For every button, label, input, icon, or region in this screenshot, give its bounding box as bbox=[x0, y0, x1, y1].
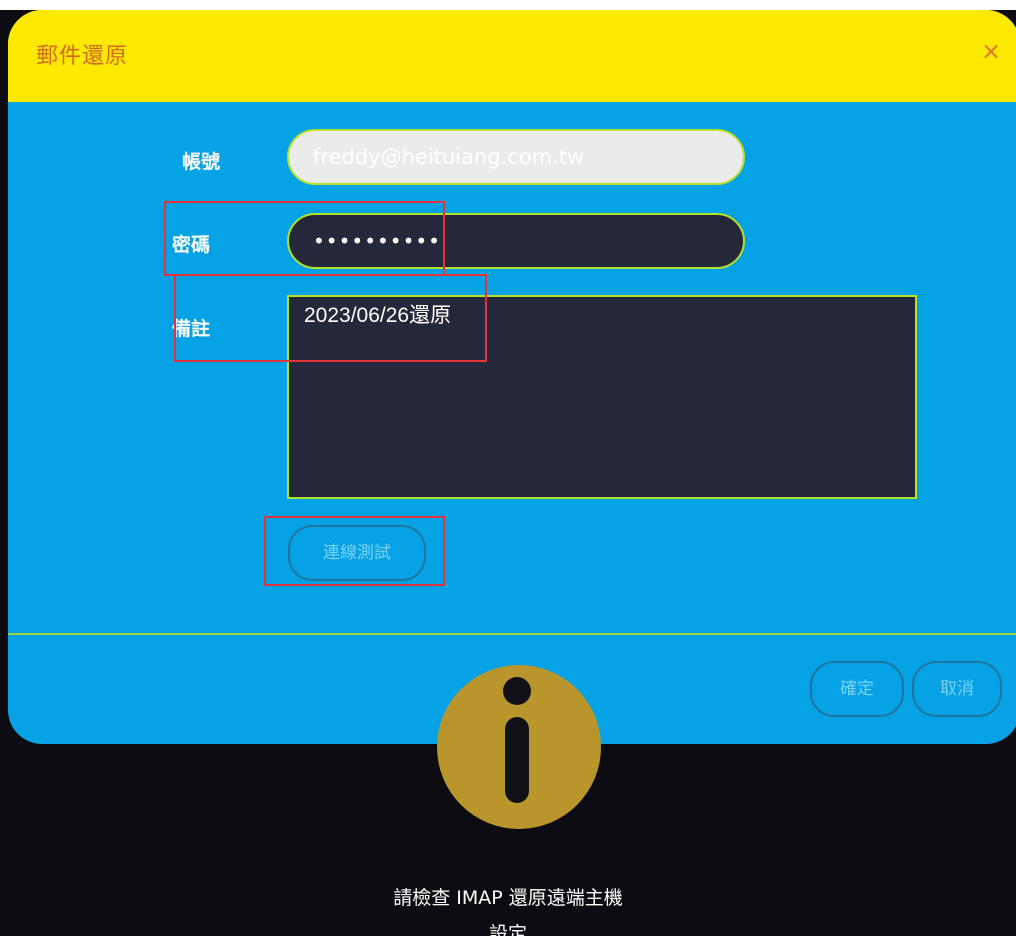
dialog-header: 郵件還原 × bbox=[8, 10, 1016, 102]
note-textarea[interactable]: 2023/06/26還原 bbox=[287, 295, 917, 499]
close-icon[interactable]: × bbox=[980, 39, 1002, 63]
password-label: 密碼 bbox=[172, 234, 211, 256]
note-label: 備註 bbox=[172, 318, 211, 340]
dialog-title: 郵件還原 bbox=[36, 44, 129, 69]
password-input[interactable]: •••••••••• bbox=[287, 213, 745, 269]
test-connection-button[interactable]: 連線測試 bbox=[288, 525, 426, 581]
footer-divider bbox=[8, 633, 1016, 635]
page-top-strip bbox=[0, 0, 1016, 10]
info-icon bbox=[437, 665, 601, 829]
info-icon-bar bbox=[505, 717, 529, 803]
mail-restore-dialog: 郵件還原 × 帳號 freddy@heituiang.com.tw 密碼 •••… bbox=[8, 10, 1016, 744]
alert-message: 請檢查 IMAP 還原遠端主機 設定 bbox=[0, 880, 1016, 952]
alert-message-line2: 設定 bbox=[488, 923, 527, 945]
account-input[interactable]: freddy@heituiang.com.tw bbox=[287, 129, 745, 185]
alert-message-line1: 請檢查 IMAP 還原遠端主機 bbox=[393, 887, 623, 909]
info-icon-dot bbox=[503, 677, 531, 705]
ok-button[interactable]: 確定 bbox=[810, 661, 904, 717]
cancel-button[interactable]: 取消 bbox=[912, 661, 1002, 717]
account-label: 帳號 bbox=[182, 151, 221, 173]
